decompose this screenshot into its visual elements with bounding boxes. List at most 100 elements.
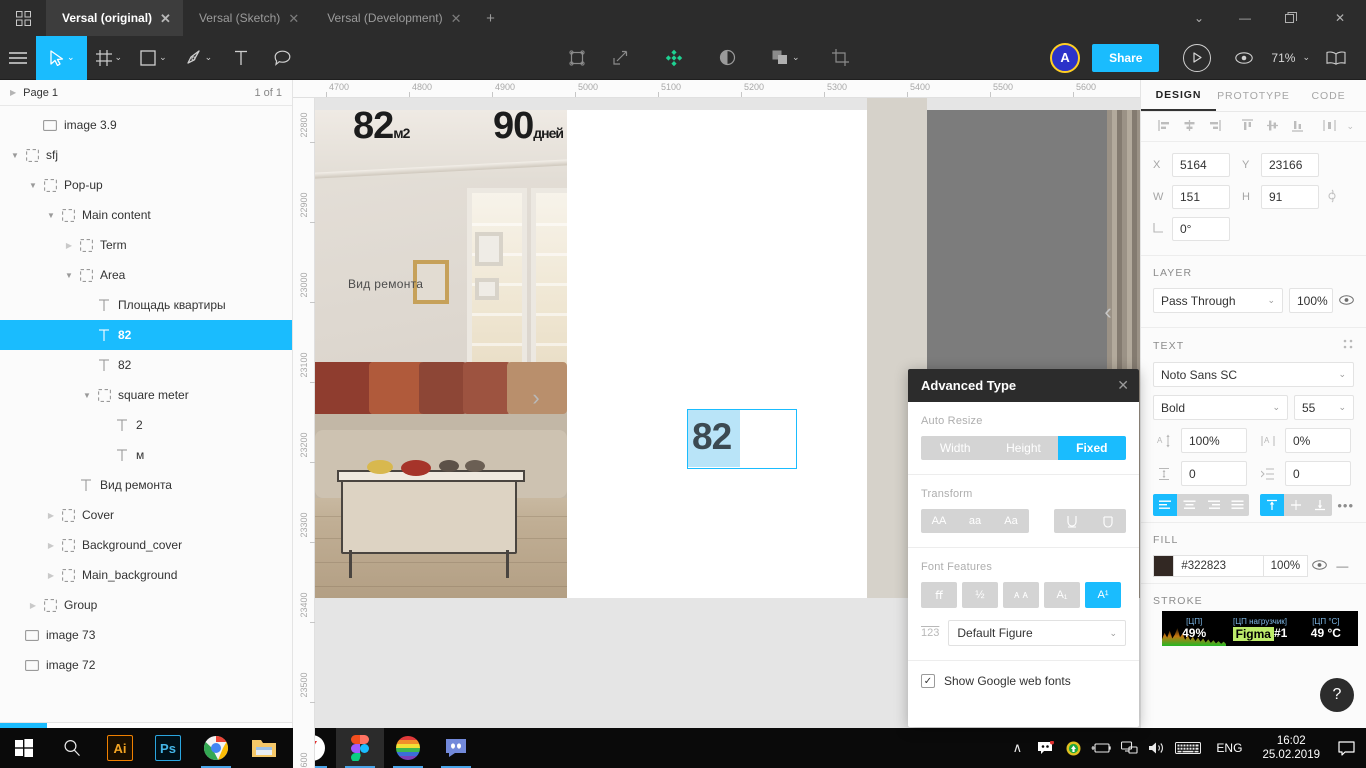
eye-icon[interactable] — [1339, 293, 1354, 308]
scale-tool[interactable] — [594, 36, 647, 80]
chevron-down-icon[interactable]: ⌄ — [1267, 295, 1275, 306]
distribute-icon[interactable] — [1318, 119, 1341, 135]
language-indicator[interactable]: ENG — [1206, 741, 1252, 755]
book-icon[interactable] — [1316, 36, 1360, 80]
explorer-app[interactable] — [240, 728, 288, 768]
present-button[interactable] — [1183, 43, 1212, 72]
tab-design[interactable]: DESIGN — [1141, 80, 1216, 111]
figma-app[interactable] — [336, 728, 384, 768]
width-input[interactable]: 151 — [1172, 185, 1230, 209]
discord-tray-icon[interactable] — [1032, 741, 1058, 755]
shape-tool[interactable]: ⌄ — [131, 36, 176, 80]
layer-row[interactable]: ▶ Background_cover — [0, 530, 292, 560]
remove-fill-button[interactable]: — — [1331, 559, 1354, 573]
chevron-right-icon[interactable]: ▶ — [10, 88, 16, 97]
align-center-button[interactable] — [1177, 494, 1201, 516]
zoom-control[interactable]: 71% ⌄ — [1267, 51, 1314, 65]
font-size-input[interactable]: 55 ⌄ — [1294, 395, 1354, 420]
updater-tray-icon[interactable] — [1060, 741, 1086, 756]
advanced-type-dialog[interactable]: Advanced Type ✕ Auto Resize Width Height… — [908, 369, 1139, 727]
google-fonts-row[interactable]: ✓ Show Google web fonts — [908, 661, 1139, 701]
layer-row[interactable]: ▼ sfj — [0, 140, 292, 170]
clock[interactable]: 16:02 25.02.2019 — [1254, 734, 1328, 762]
layer-row[interactable]: ▼ Pop-up — [0, 170, 292, 200]
tab-code[interactable]: CODE — [1291, 80, 1366, 111]
layer-row[interactable]: ▼ Area — [0, 260, 292, 290]
layer-row[interactable]: ▶м — [0, 440, 292, 470]
comment-tool[interactable] — [261, 36, 304, 80]
fill-color-swatch[interactable] — [1153, 555, 1175, 577]
chevron-down-icon[interactable]: ▼ — [8, 151, 22, 160]
indent-input[interactable]: 0 — [1285, 461, 1351, 486]
align-top-button[interactable] — [1260, 494, 1284, 516]
discord-app[interactable] — [432, 728, 480, 768]
chevron-right-icon[interactable]: ▶ — [44, 541, 58, 550]
minimize-icon[interactable]: — — [1222, 0, 1268, 36]
y-input[interactable]: 23166 — [1261, 153, 1319, 177]
layer-row[interactable]: ▼ Main content — [0, 200, 292, 230]
layer-row[interactable]: ▶2 — [0, 410, 292, 440]
tab-versal-sketch[interactable]: Versal (Sketch) ✕ — [183, 0, 311, 36]
components-tool[interactable] — [647, 36, 701, 80]
show-hidden-icons-button[interactable]: ∧ — [1004, 740, 1030, 756]
auto-resize-fixed[interactable]: Fixed — [1057, 436, 1126, 460]
layer-row[interactable]: ▶ Term — [0, 230, 292, 260]
align-right-button[interactable] — [1201, 494, 1225, 516]
strikethrough-button[interactable] — [1090, 509, 1126, 533]
layer-row[interactable]: ▶ Group — [0, 590, 292, 620]
smallcaps-button[interactable]: ᴀ ᴀ — [1003, 582, 1039, 608]
fill-opacity-input[interactable]: 100% — [1263, 555, 1308, 577]
close-icon[interactable]: ✕ — [1117, 377, 1129, 394]
layer-row[interactable]: ▶Площадь квартиры — [0, 290, 292, 320]
chevron-right-icon[interactable]: ▶ — [44, 571, 58, 580]
start-button[interactable] — [0, 728, 48, 768]
layer-opacity-input[interactable]: 100% — [1289, 288, 1333, 313]
chevron-down-icon[interactable]: ▼ — [62, 271, 76, 280]
frame-tool[interactable]: ⌄ — [87, 36, 132, 80]
help-button[interactable]: ? — [1320, 678, 1354, 712]
hamburger-icon[interactable] — [0, 36, 36, 80]
align-left-icon[interactable] — [1153, 119, 1176, 135]
chevron-down-icon[interactable]: ⌄ — [1176, 0, 1222, 36]
rotation-input[interactable]: 0° — [1172, 217, 1230, 241]
chevron-down-icon[interactable]: ⌄ — [1338, 369, 1346, 380]
align-left-button[interactable] — [1153, 494, 1177, 516]
move-tool[interactable]: ⌄ — [36, 35, 87, 80]
align-horizontal-center-icon[interactable] — [1178, 119, 1201, 135]
subscript-button[interactable]: A₁ — [1044, 582, 1080, 608]
rainbow-app[interactable] — [384, 728, 432, 768]
crop-tool[interactable] — [814, 36, 867, 80]
layer-row[interactable]: ▶82 — [0, 350, 292, 380]
figure-select[interactable]: Default Figure ⌄ — [948, 620, 1126, 646]
tab-prototype[interactable]: PROTOTYPE — [1216, 80, 1291, 111]
illustrator-app[interactable]: Ai — [96, 728, 144, 768]
close-icon[interactable]: ✕ — [451, 12, 462, 25]
view-eye-icon[interactable] — [1223, 36, 1265, 80]
chevron-down-icon[interactable]: ▼ — [44, 211, 58, 220]
canvas-nav-prev[interactable]: ‹ — [1095, 288, 1121, 336]
battery-icon[interactable] — [1088, 742, 1114, 754]
uppercase-button[interactable]: AA — [921, 509, 957, 533]
canvas-nav-next[interactable]: › — [523, 374, 549, 422]
constrain-proportions-icon[interactable] — [1327, 189, 1337, 206]
volume-icon[interactable] — [1144, 741, 1170, 755]
layer-row[interactable]: ▶ Cover — [0, 500, 292, 530]
align-justify-button[interactable] — [1225, 494, 1249, 516]
union-tool[interactable]: ⌄ — [754, 36, 814, 80]
blend-mode-select[interactable]: Pass Through ⌄ — [1153, 288, 1283, 313]
page-selector[interactable]: ▶ Page 1 1 of 1 — [0, 80, 292, 106]
align-vertical-center-icon[interactable] — [1261, 119, 1284, 135]
text-styles-icon[interactable] — [1343, 339, 1354, 353]
photoshop-app[interactable]: Ps — [144, 728, 192, 768]
chevron-down-icon[interactable]: ⌄ — [205, 52, 213, 63]
figma-home-icon[interactable] — [0, 0, 46, 36]
height-input[interactable]: 91 — [1261, 185, 1319, 209]
align-top-icon[interactable] — [1236, 118, 1259, 135]
letter-spacing-input[interactable]: 0% — [1285, 428, 1351, 453]
eye-icon[interactable] — [1308, 559, 1331, 573]
restore-icon[interactable] — [1268, 0, 1314, 36]
titlecase-button[interactable]: Aa — [993, 509, 1029, 533]
pen-tool[interactable]: ⌄ — [176, 36, 222, 80]
close-icon[interactable]: ✕ — [1314, 0, 1366, 36]
repair-label-text[interactable]: Вид ремонта — [348, 277, 423, 291]
